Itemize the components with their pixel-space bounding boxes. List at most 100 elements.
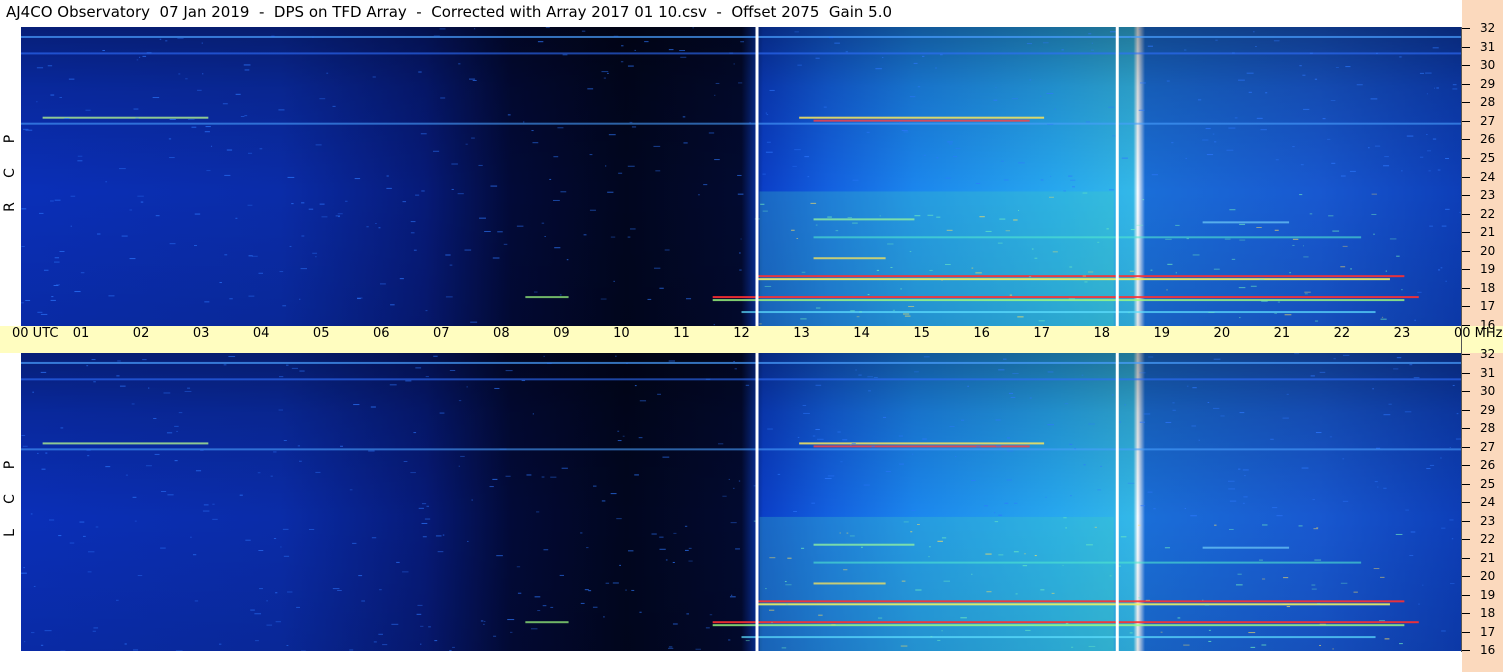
noise-speck (1319, 371, 1326, 373)
noise-speck (155, 215, 160, 217)
noise-speck (610, 493, 617, 495)
noise-speck (1272, 507, 1278, 509)
noise-speck (1084, 281, 1088, 283)
noise-speck (59, 97, 62, 99)
noise-speck (859, 311, 862, 313)
noise-speck (1261, 300, 1268, 302)
noise-speck (1082, 275, 1087, 277)
signal-streak (813, 561, 1362, 564)
noise-speck (1302, 245, 1304, 247)
noise-speck (451, 163, 458, 165)
noise-speck (566, 259, 569, 261)
noise-speck (70, 225, 73, 227)
noise-speck (615, 355, 617, 357)
noise-speck (308, 208, 314, 210)
noise-speck (557, 127, 564, 129)
noise-speck (549, 178, 552, 180)
noise-speck (1406, 135, 1414, 137)
noise-speck (1292, 244, 1295, 246)
noise-speck (979, 216, 985, 218)
y-tick-label: 32 (1480, 347, 1496, 361)
noise-speck (1031, 248, 1034, 250)
noise-speck (1121, 157, 1128, 159)
noise-speck (50, 299, 56, 301)
noise-speck (1262, 524, 1268, 526)
noise-speck (917, 86, 921, 88)
noise-speck (95, 526, 99, 528)
time-marker-line (755, 353, 759, 651)
noise-speck (93, 627, 99, 629)
noise-speck (451, 188, 454, 190)
noise-speck (69, 542, 75, 544)
noise-speck (840, 461, 843, 463)
noise-speck (639, 611, 642, 613)
noise-speck (1074, 448, 1076, 450)
noise-speck (735, 548, 740, 550)
noise-speck (638, 437, 643, 439)
noise-speck (449, 649, 452, 651)
noise-speck (1212, 133, 1215, 135)
noise-speck (1175, 224, 1180, 226)
noise-speck (834, 42, 840, 44)
y-tick-label: 16 (1480, 643, 1496, 657)
noise-speck (420, 643, 422, 645)
noise-speck (769, 557, 776, 559)
noise-speck (1340, 582, 1348, 584)
noise-speck (1153, 508, 1156, 510)
noise-speck (286, 645, 289, 647)
noise-speck (452, 646, 455, 648)
noise-speck (866, 131, 870, 133)
noise-speck (483, 623, 485, 625)
signal-streak (755, 600, 1405, 603)
y-tick-label: 26 (1480, 458, 1496, 472)
noise-speck (601, 500, 606, 502)
noise-speck (685, 549, 689, 551)
noise-speck (847, 217, 852, 219)
noise-speck (1186, 385, 1189, 387)
noise-speck (1120, 536, 1127, 538)
noise-speck (619, 564, 622, 566)
y-tick-label: 22 (1480, 206, 1496, 221)
noise-speck (745, 640, 750, 642)
noise-speck (32, 391, 34, 393)
noise-speck (517, 592, 522, 594)
noise-speck (908, 305, 915, 307)
noise-speck (202, 73, 204, 75)
noise-speck (1088, 33, 1092, 35)
noise-speck (326, 72, 329, 74)
noise-speck (1309, 213, 1313, 215)
noise-speck (1244, 475, 1246, 477)
noise-speck (458, 465, 460, 467)
noise-speck (312, 252, 318, 254)
noise-speck (1286, 606, 1291, 608)
noise-speck (1014, 502, 1018, 504)
noise-speck (899, 463, 904, 465)
noise-speck (1086, 544, 1093, 546)
noise-speck (270, 475, 273, 477)
noise-speck (815, 384, 822, 386)
noise-speck (1065, 622, 1069, 624)
noise-speck (50, 200, 54, 202)
y-tick-mark (1462, 102, 1470, 104)
noise-speck (1436, 87, 1439, 89)
noise-speck (420, 625, 424, 627)
noise-speck (936, 216, 941, 218)
noise-speck (729, 52, 734, 54)
y-tick-label: 21 (1480, 225, 1496, 240)
noise-speck (224, 174, 231, 176)
noise-speck (1426, 468, 1431, 470)
noise-speck (1274, 229, 1279, 231)
signal-streak (813, 119, 1030, 122)
noise-speck (1005, 230, 1011, 232)
noise-speck (560, 191, 567, 193)
noise-speck (1008, 392, 1014, 394)
noise-speck (244, 115, 248, 117)
noise-speck (1417, 291, 1422, 293)
noise-speck (420, 133, 427, 135)
noise-speck (413, 249, 417, 251)
noise-speck (1238, 317, 1241, 319)
noise-speck (25, 299, 31, 301)
noise-speck (708, 132, 715, 134)
noise-speck (644, 41, 649, 43)
noise-speck (1212, 407, 1220, 409)
